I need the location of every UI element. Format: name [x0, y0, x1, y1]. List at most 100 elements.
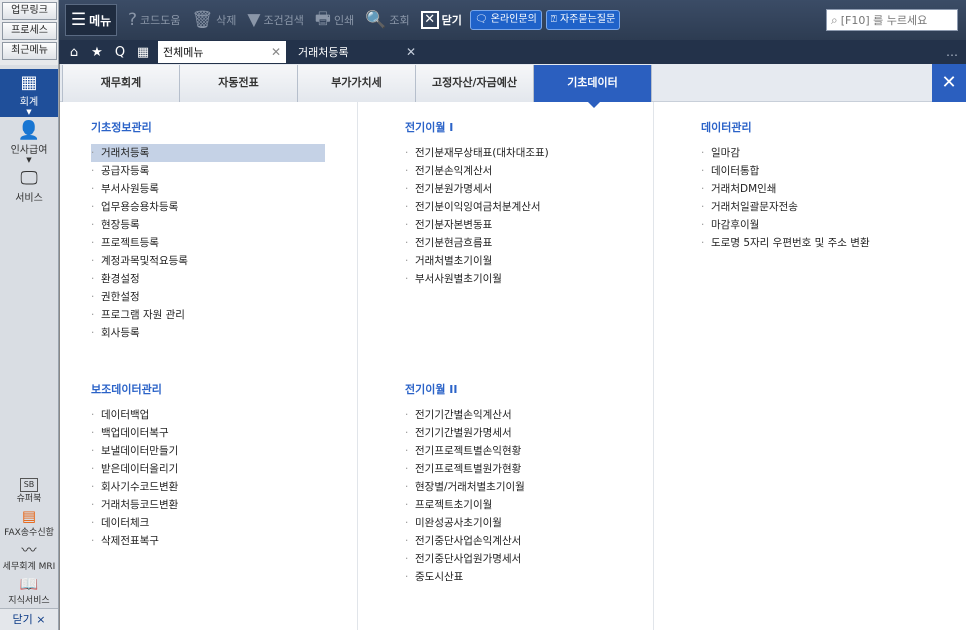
menu-item[interactable]: 데이터통합 [701, 162, 965, 180]
category-tab-auto-slip[interactable]: 자동전표 [180, 65, 298, 102]
superbook-button[interactable]: SB 슈퍼북 [0, 472, 58, 506]
menu-item[interactable]: 백업데이터복구 [91, 424, 355, 442]
knowledge-service-label: 지식서비스 [8, 596, 50, 606]
close-button[interactable]: ✕ 닫기 [420, 11, 462, 29]
caret-down-icon: ▼ [26, 108, 32, 116]
menu-item[interactable]: 전기분재무상태표(대차대조표) [405, 144, 669, 162]
online-inquiry-label: 온라인문의 [490, 14, 537, 25]
menu-item[interactable]: 전기분현금흐름표 [405, 234, 669, 252]
menu-list: 전기기간별손익계산서 전기기간별원가명세서 전기프로젝트별손익현황 전기프로젝트… [405, 406, 669, 586]
superbook-label: 슈퍼북 [16, 494, 42, 504]
close-tab-icon[interactable]: ✕ [406, 45, 416, 59]
group-title: 기초정보관리 [91, 121, 152, 134]
group-title: 데이터관리 [701, 121, 752, 134]
category-tab-basic-data[interactable]: 기초데이터 [534, 65, 652, 108]
menu-list: 일마감 데이터통합 거래처DM인쇄 거래처일괄문자전송 마감후이월 도로명 5자… [701, 144, 965, 252]
sidebar-close-button[interactable]: 닫기 × [0, 608, 58, 630]
faq-label: 자주묻는질문 [559, 14, 616, 25]
search-icon[interactable]: Q [112, 45, 128, 60]
menu-item[interactable]: 보낼데이터만들기 [91, 442, 355, 460]
menu-item[interactable]: 거래처일괄문자전송 [701, 198, 965, 216]
category-tab-fixed-assets[interactable]: 고정자산/자금예산 [416, 65, 534, 102]
question-icon: ? [128, 10, 138, 30]
menu-item[interactable]: 마감후이월 [701, 216, 965, 234]
inquiry-button[interactable]: 🔍 조회 [365, 10, 409, 30]
menu-item[interactable]: 일마감 [701, 144, 965, 162]
menu-item[interactable]: 전기분원가명세서 [405, 180, 669, 198]
category-tab-financial-accounting[interactable]: 재무회계 [62, 65, 180, 102]
menu-item[interactable]: 부서사원별초기이월 [405, 270, 669, 288]
menu-item[interactable]: 전기중단사업손익계산서 [405, 532, 669, 550]
close-menu-panel-icon[interactable]: ✕ [932, 64, 966, 102]
module-accounting[interactable]: ▦ 회계 ▼ [0, 69, 58, 117]
pulse-icon: 〰 [21, 541, 37, 559]
print-button[interactable]: 🖶 인쇄 [315, 6, 354, 35]
close-tab-icon[interactable]: ✕ [271, 45, 281, 59]
menu-item[interactable]: 전기기간별원가명세서 [405, 424, 669, 442]
menu-item[interactable]: 공급자등록 [91, 162, 355, 180]
menu-item[interactable]: 도로명 5자리 우편번호 및 주소 변환 [701, 234, 965, 252]
menu-item[interactable]: 전기중단사업원가명세서 [405, 550, 669, 568]
knowledge-service-button[interactable]: 📖 지식서비스 [0, 574, 58, 608]
menu-button[interactable]: ☰ 메뉴 [65, 4, 117, 36]
group-data-management: 데이터관리 일마감 데이터통합 거래처DM인쇄 거래처일괄문자전송 마감후이월 … [701, 119, 965, 252]
menu-item[interactable]: 중도시산표 [405, 568, 669, 586]
calendar-icon[interactable]: ▦ [135, 45, 151, 60]
menu-item[interactable]: 현장별/거래처별초기이월 [405, 478, 669, 496]
star-icon[interactable]: ★ [89, 45, 105, 60]
quick-button-work-link[interactable]: 업무링크 [2, 2, 57, 20]
menu-item[interactable]: 프로그램 자원 관리 [91, 306, 355, 324]
code-help-button[interactable]: ? 코드도움 [128, 10, 181, 30]
menu-item[interactable]: 미완성공사초기이월 [405, 514, 669, 532]
category-tab-vat[interactable]: 부가가치세 [298, 65, 416, 102]
menu-item[interactable]: 전기분자본변동표 [405, 216, 669, 234]
module-service[interactable]: 🖵 서비스 [0, 165, 58, 213]
menu-item[interactable]: 전기분이익잉여금처분계산서 [405, 198, 669, 216]
tax-mri-button[interactable]: 〰 세무회계 MRI [0, 540, 58, 574]
menu-item[interactable]: 회사등록 [91, 324, 355, 342]
menu-item[interactable]: 프로젝트등록 [91, 234, 355, 252]
menu-item[interactable]: 거래처DM인쇄 [701, 180, 965, 198]
tab-customer-registration[interactable]: 거래처등록 ✕ [293, 41, 421, 63]
menu-search-input[interactable] [837, 13, 957, 27]
menu-item[interactable]: 현장등록 [91, 216, 355, 234]
tab-bar: ⌂ ★ Q ▦ 전체메뉴 ✕ 거래처등록 ✕ … [59, 40, 966, 64]
group-title: 전기이월 I [405, 121, 454, 134]
menu-item[interactable]: 데이터체크 [91, 514, 355, 532]
menu-item[interactable]: 거래처별초기이월 [405, 252, 669, 270]
tab-all-menu[interactable]: 전체메뉴 ✕ [158, 41, 286, 63]
fax-inbox-button[interactable]: ▤ FAX송수신함 [0, 506, 58, 540]
menu-item[interactable]: 전기분손익계산서 [405, 162, 669, 180]
menu-item[interactable]: 거래처등코드변환 [91, 496, 355, 514]
group-prior-year-1: 전기이월 I 전기분재무상태표(대차대조표) 전기분손익계산서 전기분원가명세서… [405, 119, 669, 288]
quick-button-recent-menu[interactable]: 최근메뉴 [2, 42, 57, 60]
menu-item[interactable]: 거래처등록 [91, 144, 325, 162]
superbook-badge: SB [20, 478, 38, 492]
menu-item[interactable]: 권한설정 [91, 288, 355, 306]
menu-item[interactable]: 환경설정 [91, 270, 355, 288]
menu-item[interactable]: 전기기간별손익계산서 [405, 406, 669, 424]
menu-list: 거래처등록 공급자등록 부서사원등록 업무용승용차등록 현장등록 프로젝트등록 … [91, 144, 355, 342]
menu-item[interactable]: 프로젝트초기이월 [405, 496, 669, 514]
home-icon[interactable]: ⌂ [66, 45, 82, 60]
menu-item[interactable]: 데이터백업 [91, 406, 355, 424]
menu-item[interactable]: 받은데이터올리기 [91, 460, 355, 478]
online-inquiry-button[interactable]: 🗨 온라인문의 [469, 10, 542, 30]
menu-item[interactable]: 부서사원등록 [91, 180, 355, 198]
menu-item[interactable]: 삭제전표복구 [91, 532, 355, 550]
group-basic-info: 기초정보관리 거래처등록 공급자등록 부서사원등록 업무용승용차등록 현장등록 … [91, 119, 355, 342]
module-hr-payroll[interactable]: 👤 인사급여 ▼ [0, 117, 58, 165]
menu-item[interactable]: 전기프로젝트별손익현황 [405, 442, 669, 460]
faq-button[interactable]: ⍰ 자주묻는질문 [545, 10, 621, 30]
more-tabs-icon[interactable]: … [946, 45, 958, 59]
delete-button[interactable]: 🗑 삭제 [192, 10, 237, 30]
menu-item[interactable]: 계정과목및적요등록 [91, 252, 355, 270]
quick-button-process[interactable]: 프로세스 [2, 22, 57, 40]
menu-column-1: 기초정보관리 거래처등록 공급자등록 부서사원등록 업무용승용차등록 현장등록 … [60, 102, 354, 630]
menu-list: 데이터백업 백업데이터복구 보낼데이터만들기 받은데이터올리기 회사기수코드변환… [91, 406, 355, 550]
menu-item[interactable]: 전기프로젝트별원가현황 [405, 460, 669, 478]
menu-item[interactable]: 업무용승용차등록 [91, 198, 355, 216]
menu-item[interactable]: 회사기수코드변환 [91, 478, 355, 496]
condition-search-button[interactable]: ▼ 조건검색 [247, 10, 304, 30]
close-box-icon: ✕ [420, 11, 439, 29]
